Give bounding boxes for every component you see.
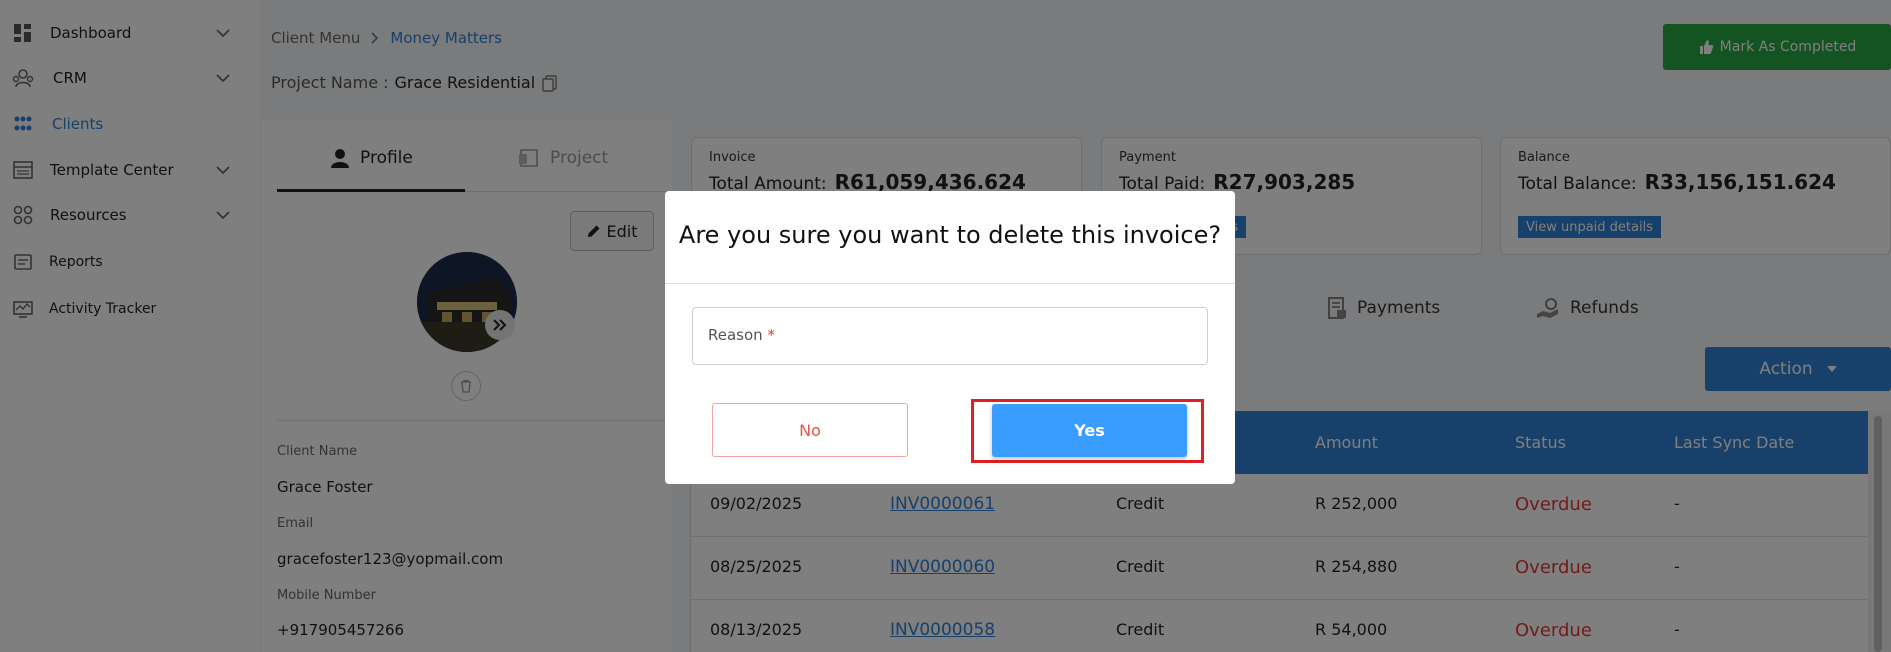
reason-label-text: Reason <box>708 326 763 344</box>
dialog-title: Are you sure you want to delete this inv… <box>678 221 1222 249</box>
dialog-separator <box>665 283 1235 284</box>
reason-input[interactable]: Reason * <box>692 307 1208 365</box>
no-button[interactable]: No <box>712 403 908 457</box>
yes-button[interactable]: Yes <box>992 404 1187 457</box>
required-asterisk: * <box>767 326 775 344</box>
delete-invoice-dialog: Are you sure you want to delete this inv… <box>665 191 1235 484</box>
reason-label: Reason * <box>708 326 775 344</box>
